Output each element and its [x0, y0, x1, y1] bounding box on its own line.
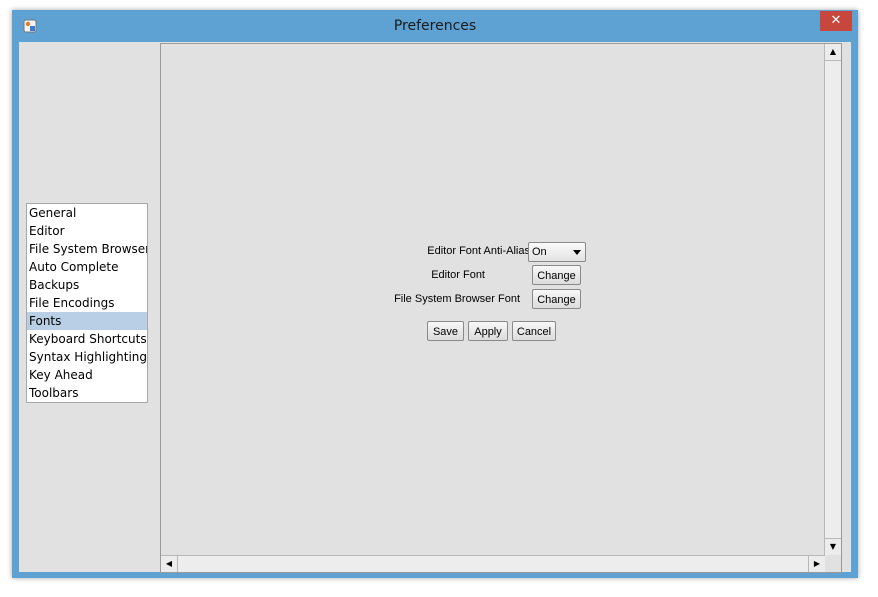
category-item-backups[interactable]: Backups [27, 276, 147, 294]
editor-font-label: Editor Font [431, 269, 485, 281]
fonts-settings-panel: Editor Font Anti-Alias On Editor Font Ch… [160, 43, 842, 573]
category-item-syntax-highlighting[interactable]: Syntax Highlighting [27, 348, 147, 366]
category-item-file-encodings[interactable]: File Encodings [27, 294, 147, 312]
preferences-category-list[interactable]: General Editor File System Browser Auto … [26, 203, 148, 403]
preferences-window: Preferences ✕ General Editor File System… [12, 10, 858, 578]
cancel-button[interactable]: Cancel [512, 321, 556, 341]
vertical-scrollbar[interactable]: ▲ ▼ [824, 44, 841, 555]
scroll-right-button[interactable]: ▶ [808, 556, 825, 572]
category-item-editor[interactable]: Editor [27, 222, 147, 240]
category-item-keyboard-shortcuts[interactable]: Keyboard Shortcuts [27, 330, 147, 348]
editor-font-change-button[interactable]: Change [532, 265, 581, 285]
category-item-key-ahead[interactable]: Key Ahead [27, 366, 147, 384]
arrow-down-icon: ▼ [829, 542, 837, 551]
file-system-browser-font-label: File System Browser Font [394, 293, 520, 305]
scroll-up-button[interactable]: ▲ [825, 44, 841, 61]
arrow-up-icon: ▲ [829, 47, 837, 56]
anti-alias-selected-value: On [532, 246, 547, 258]
horizontal-scrollbar[interactable]: ◀ ▶ [161, 555, 825, 572]
category-item-auto-complete[interactable]: Auto Complete [27, 258, 147, 276]
save-button[interactable]: Save [427, 321, 464, 341]
anti-alias-select[interactable]: On [528, 242, 586, 262]
arrow-right-icon: ▶ [813, 559, 821, 568]
arrow-left-icon: ◀ [165, 559, 173, 568]
window-title: Preferences [393, 18, 477, 34]
title-bar[interactable]: Preferences ✕ [12, 10, 858, 42]
category-item-general[interactable]: General [27, 204, 147, 222]
scrollbar-corner [825, 556, 841, 572]
category-item-file-system-browser[interactable]: File System Browser [27, 240, 147, 258]
apply-button[interactable]: Apply [468, 321, 508, 341]
category-item-toolbars[interactable]: Toolbars [27, 384, 147, 402]
editor-font-anti-alias-label: Editor Font Anti-Alias [427, 245, 530, 257]
window-client-area: General Editor File System Browser Auto … [19, 42, 851, 573]
file-system-browser-font-change-button[interactable]: Change [532, 289, 581, 309]
close-icon: ✕ [830, 13, 842, 28]
category-item-fonts[interactable]: Fonts [27, 312, 147, 330]
close-button[interactable]: ✕ [820, 11, 852, 31]
scroll-left-button[interactable]: ◀ [161, 556, 178, 572]
scroll-down-button[interactable]: ▼ [825, 538, 841, 555]
chevron-down-icon [573, 250, 581, 255]
